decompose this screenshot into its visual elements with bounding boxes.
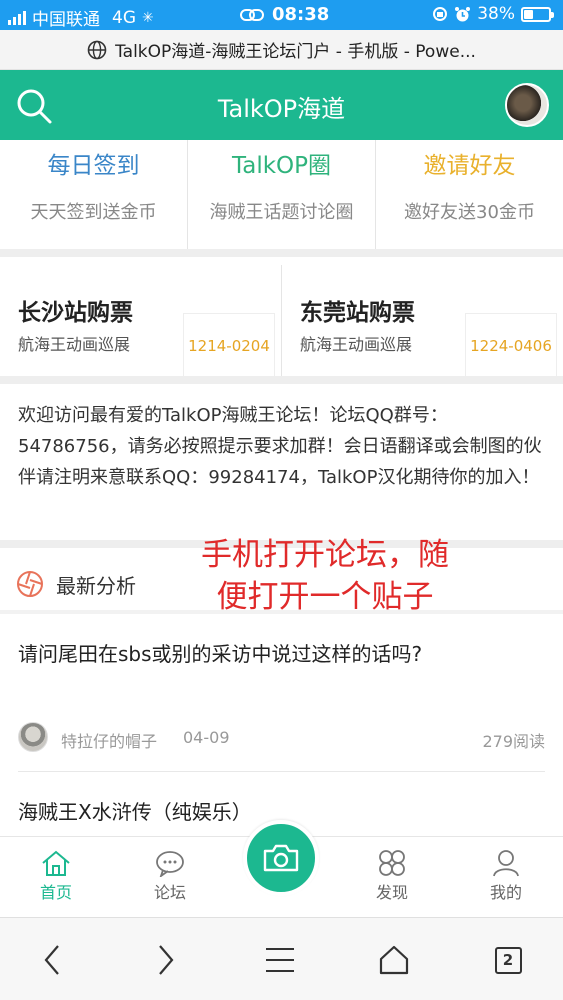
link-icon xyxy=(240,8,264,21)
author-avatar[interactable] xyxy=(18,722,48,752)
quick-link-subtitle: 天天签到送金币 xyxy=(30,202,157,223)
aperture-icon xyxy=(17,571,43,597)
quick-links: 每日签到 天天签到送金币 TalkOP圈 海贼王话题讨论圈 邀请好友 邀好友送3… xyxy=(0,140,563,257)
post-reads: 279阅读 xyxy=(482,732,545,751)
post-date: 04-09 xyxy=(183,728,230,747)
welcome-notice: 欢迎访问最有爱的TalkOP海贼王论坛！论坛QQ群号：54786756，请务必按… xyxy=(0,392,563,548)
signal-icon xyxy=(8,10,26,25)
clock: 08:38 xyxy=(272,4,330,25)
annotation-line: 手机打开论坛，随 xyxy=(201,537,449,573)
quick-link-subtitle: 海贼王话题讨论圈 xyxy=(209,202,354,223)
post-meta: 特拉仔的帽子 04-09 279阅读 xyxy=(18,722,545,754)
camera-icon xyxy=(263,844,299,872)
status-left: 中国联通 4G ✳ xyxy=(8,5,154,30)
status-bar: 中国联通 4G ✳ 08:38 38% xyxy=(0,0,563,30)
ticket-subtitle: 航海王动画巡展 xyxy=(300,335,413,354)
tab-label: 首页 xyxy=(39,883,72,902)
ticket-date: 1224-0406 xyxy=(465,313,557,379)
quick-link-invite[interactable]: 邀请好友 邀好友送30金币 xyxy=(375,140,563,249)
chat-icon xyxy=(156,851,184,877)
tab-discover[interactable]: 发现 xyxy=(352,845,432,903)
ticket-dongguan[interactable]: 东莞站购票 航海王动画巡展 1224-0406 xyxy=(281,265,563,379)
chevron-right-icon xyxy=(159,945,174,975)
forward-button[interactable] xyxy=(146,940,186,980)
tab-profile[interactable]: 我的 xyxy=(466,845,546,903)
profile-icon xyxy=(493,850,519,877)
status-right: 38% xyxy=(432,4,554,24)
loading-icon: ✳ xyxy=(142,9,154,26)
tabs-button[interactable]: 2 xyxy=(488,940,528,980)
network-type: 4G xyxy=(112,7,136,28)
post-title[interactable]: 海贼王X水浒传（纯娱乐） xyxy=(18,796,252,825)
status-center: 08:38 xyxy=(240,4,329,25)
rotation-lock-icon xyxy=(433,7,448,21)
globe-icon xyxy=(87,40,107,59)
tabs-count: 2 xyxy=(494,946,522,974)
quick-link-title: 邀请好友 xyxy=(423,153,516,179)
header-title: TalkOP海道 xyxy=(217,95,346,123)
discover-icon xyxy=(379,850,405,876)
house-icon xyxy=(379,945,409,975)
quick-link-title: 每日签到 xyxy=(47,153,140,179)
tab-home[interactable]: 首页 xyxy=(16,845,96,903)
app-header: TalkOP海道 xyxy=(0,70,563,140)
quick-link-title: TalkOP圈 xyxy=(231,153,332,179)
quick-link-checkin[interactable]: 每日签到 天天签到送金币 xyxy=(0,140,187,249)
browser-toolbar: 2 xyxy=(0,917,563,1000)
battery-level xyxy=(524,9,533,19)
battery-percent: 38% xyxy=(477,4,515,24)
page-title: TalkOP海道-海贼王论坛门户 - 手机版 - Powe... xyxy=(115,42,476,62)
home-icon xyxy=(42,850,70,876)
ticket-subtitle: 航海王动画巡展 xyxy=(18,335,131,354)
post-author[interactable]: 特拉仔的帽子 xyxy=(61,728,157,752)
ticket-promos: 长沙站购票 航海王动画巡展 1214-0204 东莞站购票 航海王动画巡展 12… xyxy=(0,265,563,384)
post-item[interactable]: 请问尾田在sbs或别的采访中说过这样的话吗? xyxy=(18,638,545,678)
browser-title-bar[interactable]: TalkOP海道-海贼王论坛门户 - 手机版 - Powe... xyxy=(0,30,563,70)
annotation-text: 手机打开论坛，随 便打开一个贴子 xyxy=(170,534,480,618)
tab-label: 论坛 xyxy=(153,883,186,902)
chevron-left-icon xyxy=(44,945,59,975)
menu-button[interactable] xyxy=(260,940,300,980)
quick-link-circle[interactable]: TalkOP圈 海贼王话题讨论圈 xyxy=(187,140,375,249)
back-button[interactable] xyxy=(32,940,72,980)
ticket-date: 1214-0204 xyxy=(183,313,275,379)
post-title[interactable]: 请问尾田在sbs或别的采访中说过这样的话吗? xyxy=(18,638,422,667)
section-title: 最新分析 xyxy=(56,574,136,598)
ticket-title: 长沙站购票 xyxy=(18,300,133,326)
tab-label: 发现 xyxy=(375,883,408,902)
quick-link-subtitle: 邀好友送30金币 xyxy=(404,202,535,223)
home-button[interactable] xyxy=(374,940,414,980)
battery-icon xyxy=(521,6,554,22)
tab-forum[interactable]: 论坛 xyxy=(130,845,210,903)
divider xyxy=(18,771,545,772)
ticket-title: 东莞站购票 xyxy=(300,300,415,326)
alarm-icon xyxy=(455,6,471,21)
tab-label: 我的 xyxy=(489,883,522,902)
camera-button[interactable] xyxy=(243,820,319,896)
menu-icon xyxy=(266,948,294,972)
carrier-name: 中国联通 xyxy=(32,10,100,30)
user-avatar[interactable] xyxy=(505,83,549,127)
annotation-line: 便打开一个贴子 xyxy=(216,579,434,615)
ticket-changsha[interactable]: 长沙站购票 航海王动画巡展 1214-0204 xyxy=(0,265,281,379)
